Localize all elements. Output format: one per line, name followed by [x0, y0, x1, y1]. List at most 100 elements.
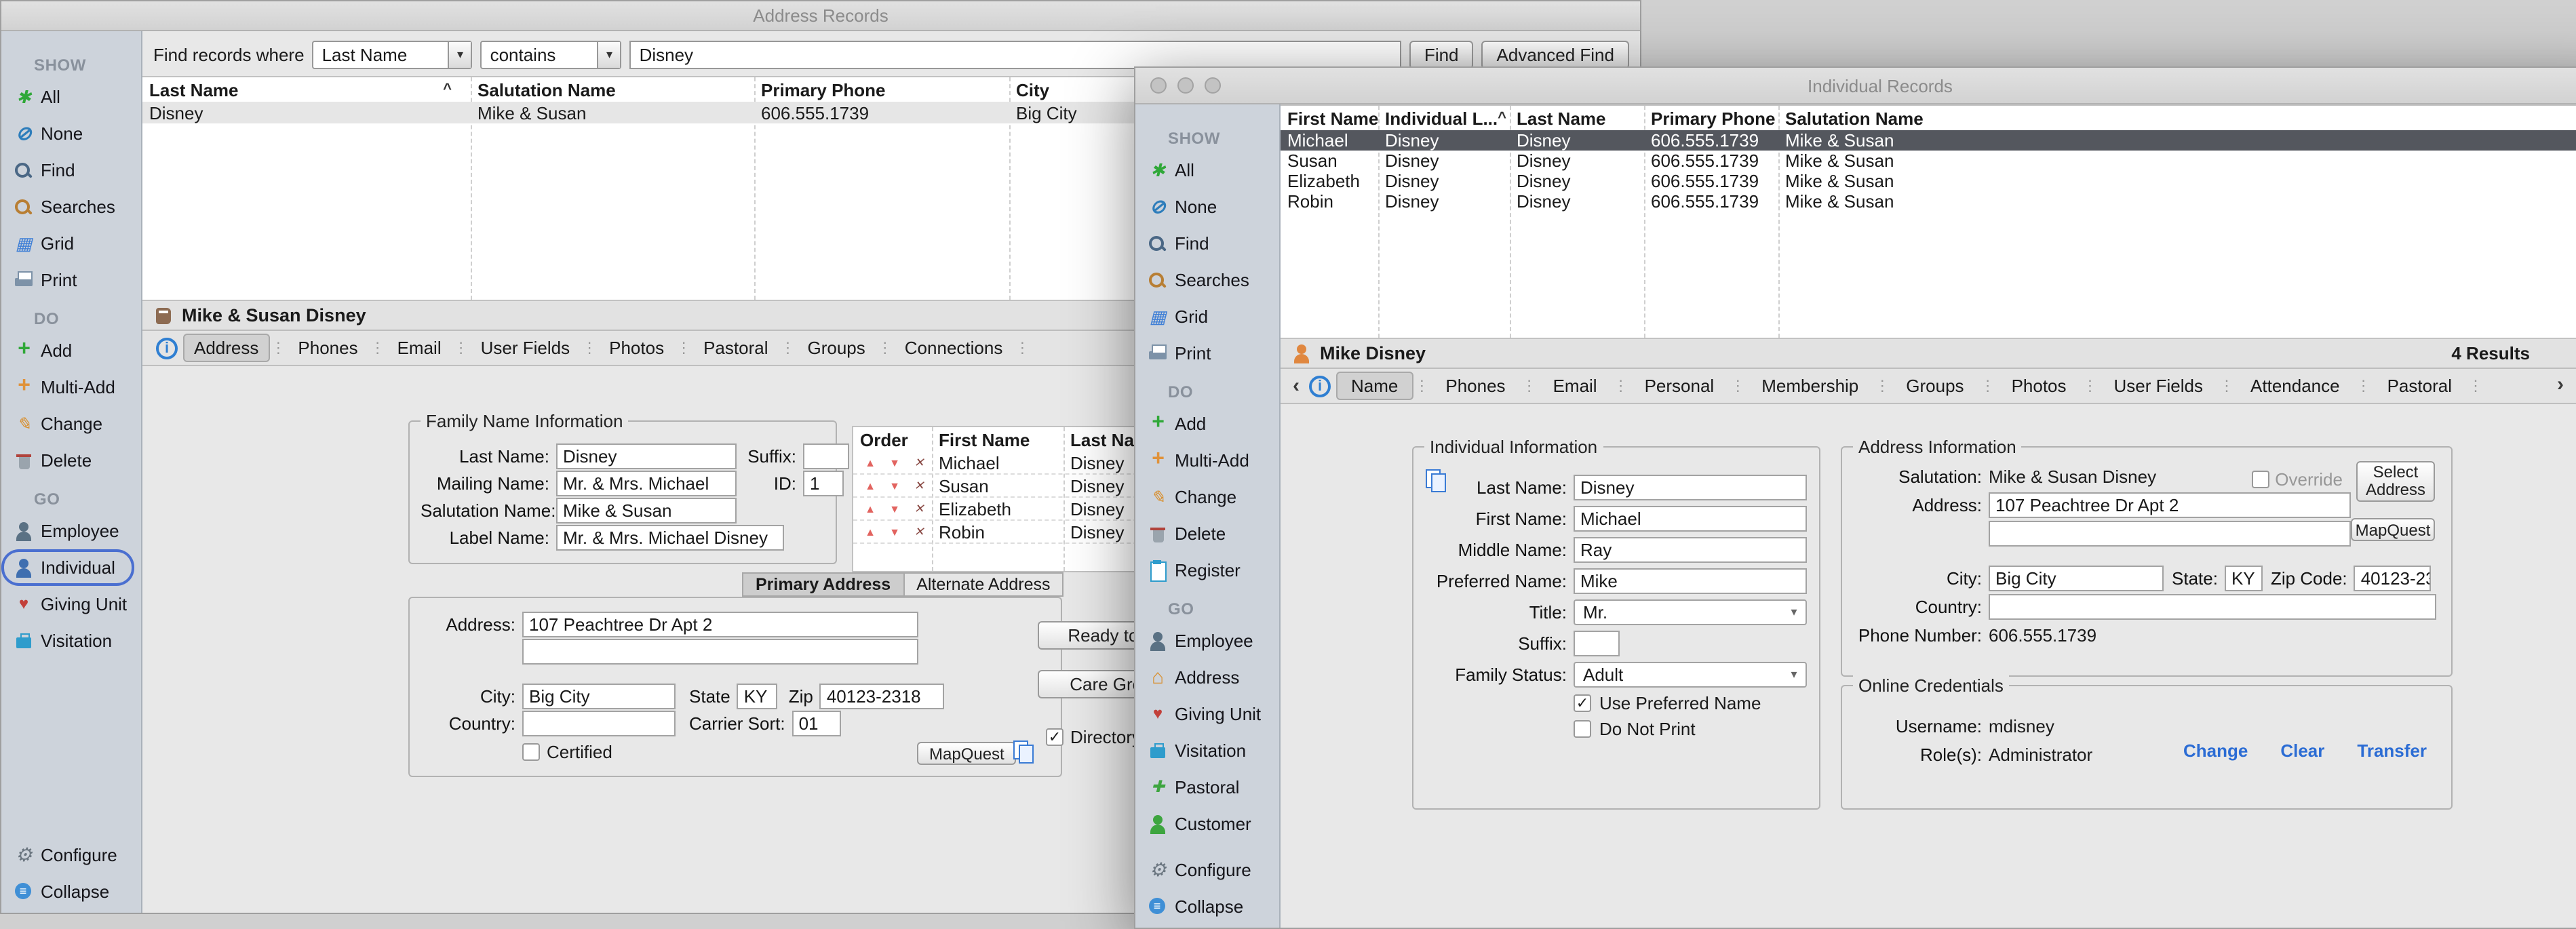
- column-header-primary-phone[interactable]: Primary Phone: [754, 77, 1009, 102]
- last-name-input[interactable]: Disney: [556, 443, 737, 469]
- tabs-scroll-right-icon[interactable]: [2553, 373, 2568, 396]
- sidebar-item-register[interactable]: Register: [1135, 552, 1279, 589]
- title-select[interactable]: Mr.: [1574, 599, 1807, 625]
- remove-icon[interactable]: [909, 475, 929, 496]
- sidebar-item-searches[interactable]: Searches: [1135, 262, 1279, 298]
- titlebar[interactable]: Individual Records: [1135, 68, 2576, 104]
- search-operator-select[interactable]: contains: [481, 41, 622, 69]
- sidebar-item-add[interactable]: Add: [1, 332, 141, 369]
- certified-checkbox[interactable]: [522, 743, 540, 761]
- table-row[interactable]: Robin Disney Disney 606.555.1739 Mike & …: [1281, 191, 2576, 212]
- find-button[interactable]: Find: [1409, 41, 1474, 69]
- mapquest-button[interactable]: MapQuest: [917, 742, 1017, 765]
- use-preferred-name-checkbox[interactable]: [1574, 694, 1591, 712]
- sidebar-item-find[interactable]: Find: [1135, 225, 1279, 262]
- sidebar-item-print[interactable]: Print: [1, 262, 141, 298]
- column-header-last-name[interactable]: Last Name^: [142, 77, 471, 102]
- tab-membership[interactable]: Membership: [1746, 372, 1873, 400]
- sidebar-item-multi-add[interactable]: Multi-Add: [1135, 442, 1279, 479]
- first-name-input[interactable]: Michael: [1574, 506, 1807, 532]
- preferred-name-input[interactable]: Mike: [1574, 568, 1807, 594]
- sidebar-item-visitation[interactable]: Visitation: [1, 622, 141, 659]
- info-icon[interactable]: [1309, 375, 1331, 397]
- move-down-icon[interactable]: [884, 498, 905, 519]
- search-input[interactable]: Disney: [630, 41, 1401, 69]
- zip-code-input[interactable]: 40123-2318: [2354, 566, 2432, 591]
- tab-photos[interactable]: Photos: [1997, 372, 2082, 400]
- move-up-icon[interactable]: [860, 475, 880, 496]
- column-header-salutation-name[interactable]: Salutation Name: [1778, 106, 2576, 130]
- address-line1-input[interactable]: 107 Peachtree Dr Apt 2: [522, 612, 918, 637]
- sidebar-item-grid[interactable]: Grid: [1135, 298, 1279, 335]
- sidebar-item-change[interactable]: Change: [1135, 479, 1279, 515]
- zip-input[interactable]: 40123-2318: [820, 684, 945, 709]
- copy-address-icon[interactable]: [1011, 739, 1034, 762]
- address-line2-input[interactable]: [522, 639, 918, 665]
- sidebar-item-pastoral[interactable]: Pastoral: [1135, 769, 1279, 806]
- move-down-icon[interactable]: [884, 475, 905, 496]
- tab-groups[interactable]: Groups: [1891, 372, 1978, 400]
- sidebar-item-find[interactable]: Find: [1, 152, 141, 189]
- sidebar-item-giving-unit[interactable]: Giving Unit: [1135, 696, 1279, 732]
- label-name-input[interactable]: Mr. & Mrs. Michael Disney: [556, 525, 784, 551]
- transfer-link[interactable]: Transfer: [2357, 740, 2427, 761]
- column-header-last-name[interactable]: Last Name: [1510, 106, 1644, 130]
- salutation-name-input[interactable]: Mike & Susan: [556, 498, 737, 523]
- directory-checkbox[interactable]: [1046, 728, 1063, 746]
- sidebar-item-searches[interactable]: Searches: [1, 189, 141, 225]
- state-input[interactable]: KY: [737, 684, 778, 709]
- sidebar-item-multi-add[interactable]: Multi-Add: [1, 369, 141, 406]
- select-address-button[interactable]: Select Address: [2356, 461, 2435, 502]
- close-button[interactable]: [1150, 77, 1167, 94]
- suffix-input[interactable]: [1574, 631, 1620, 656]
- column-header-salutation-name[interactable]: Salutation Name: [471, 77, 754, 102]
- tab-email[interactable]: Email: [387, 334, 452, 362]
- sidebar-item-print[interactable]: Print: [1135, 335, 1279, 372]
- tab-photos[interactable]: Photos: [598, 334, 675, 362]
- info-icon[interactable]: [156, 337, 178, 359]
- family-status-select[interactable]: Adult: [1574, 662, 1807, 688]
- column-header-individual-last-name[interactable]: Individual L...^: [1378, 106, 1510, 130]
- copy-individual-icon[interactable]: [1423, 468, 1446, 491]
- column-header-primary-phone[interactable]: Primary Phone: [1644, 106, 1778, 130]
- tab-user-fields[interactable]: User Fields: [470, 334, 581, 362]
- tab-name[interactable]: Name: [1336, 372, 1413, 400]
- advanced-find-button[interactable]: Advanced Find: [1482, 41, 1629, 69]
- tab-pastoral[interactable]: Pastoral: [2373, 372, 2467, 400]
- tab-connections[interactable]: Connections: [894, 334, 1014, 362]
- tab-email[interactable]: Email: [1538, 372, 1612, 400]
- sidebar-item-delete[interactable]: Delete: [1135, 515, 1279, 552]
- move-down-icon[interactable]: [884, 521, 905, 542]
- clear-link[interactable]: Clear: [2280, 740, 2324, 761]
- remove-icon[interactable]: [909, 521, 929, 542]
- move-up-icon[interactable]: [860, 521, 880, 542]
- sidebar-item-configure[interactable]: Configure: [1135, 852, 1279, 888]
- change-link[interactable]: Change: [2183, 740, 2248, 761]
- sidebar-item-delete[interactable]: Delete: [1, 442, 141, 479]
- sidebar-item-all[interactable]: All: [1135, 152, 1279, 189]
- sidebar-item-employee[interactable]: Employee: [1135, 622, 1279, 659]
- sidebar-item-none[interactable]: None: [1135, 189, 1279, 225]
- move-up-icon[interactable]: [860, 498, 880, 519]
- sidebar-item-customer[interactable]: Customer: [1135, 806, 1279, 842]
- sidebar-item-address[interactable]: Address: [1135, 659, 1279, 696]
- remove-icon[interactable]: [909, 498, 929, 519]
- sidebar-item-individual[interactable]: Individual: [1, 549, 134, 586]
- sidebar-item-giving-unit[interactable]: Giving Unit: [1, 586, 141, 622]
- sidebar-item-add[interactable]: Add: [1135, 406, 1279, 442]
- override-checkbox[interactable]: [2252, 471, 2269, 488]
- sidebar-item-none[interactable]: None: [1, 115, 141, 152]
- city-input[interactable]: Big City: [522, 684, 676, 709]
- sidebar-item-change[interactable]: Change: [1, 406, 141, 442]
- address-line2-input[interactable]: [1989, 521, 2351, 547]
- address-line1-input[interactable]: 107 Peachtree Dr Apt 2: [1989, 492, 2351, 518]
- sidebar-item-visitation[interactable]: Visitation: [1135, 732, 1279, 769]
- sidebar-item-grid[interactable]: Grid: [1, 225, 141, 262]
- carrier-sort-input[interactable]: 01: [792, 711, 841, 736]
- move-down-icon[interactable]: [884, 452, 905, 473]
- remove-icon[interactable]: [909, 452, 929, 473]
- mapquest-button[interactable]: MapQuest: [2351, 518, 2435, 541]
- move-up-icon[interactable]: [860, 452, 880, 473]
- last-name-input[interactable]: Disney: [1574, 475, 1807, 500]
- middle-name-input[interactable]: Ray: [1574, 537, 1807, 563]
